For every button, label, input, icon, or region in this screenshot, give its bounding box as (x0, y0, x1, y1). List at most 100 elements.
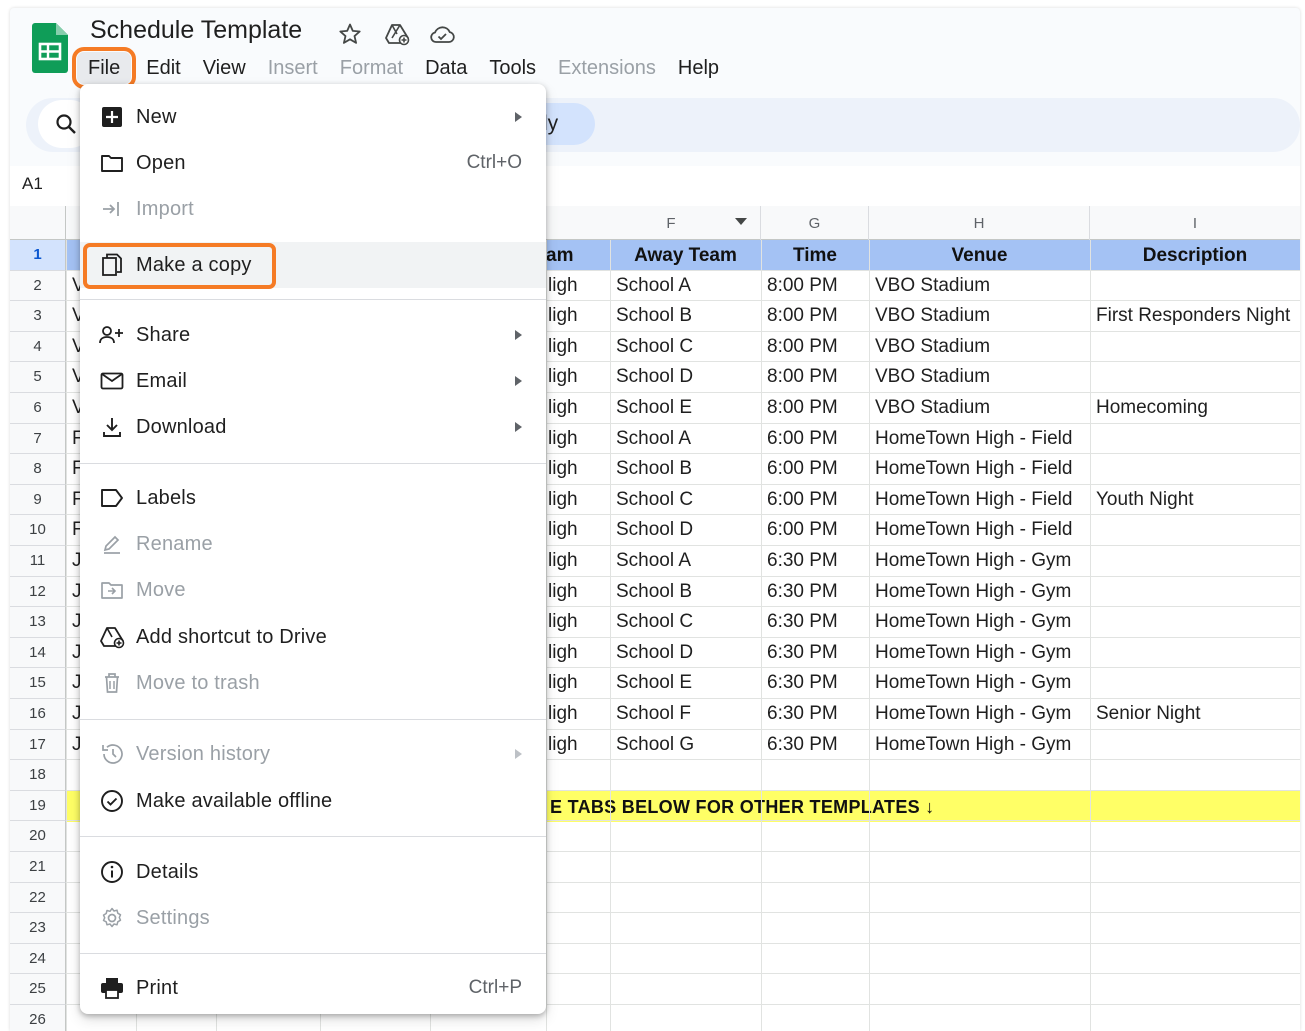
row-header[interactable]: 12 (10, 576, 66, 608)
table-cell[interactable] (1090, 362, 1300, 393)
table-cell[interactable]: 6:00 PM (761, 424, 869, 455)
row-header[interactable]: 10 (10, 515, 66, 546)
table-cell[interactable]: Youth Night (1090, 485, 1300, 516)
table-cell[interactable]: First Responders Night (1090, 301, 1300, 332)
table-cell[interactable]: Senior Night (1090, 699, 1300, 730)
file-menu-print[interactable]: Print Ctrl+P (80, 965, 546, 1011)
table-cell[interactable]: HomeTown High - Field (869, 485, 1090, 516)
file-menu-open[interactable]: Open Ctrl+O (80, 140, 546, 186)
table-cell[interactable]: HomeTown High - Field (869, 424, 1090, 455)
table-cell[interactable] (1090, 546, 1300, 577)
row-header[interactable]: 1 (10, 240, 66, 271)
table-cell[interactable]: VBO Stadium (869, 393, 1090, 424)
table-cell[interactable]: ligh (546, 668, 610, 699)
table-cell[interactable]: School F (610, 699, 761, 730)
row-header[interactable]: 21 (10, 852, 66, 883)
table-cell[interactable]: 8:00 PM (761, 393, 869, 424)
table-cell[interactable]: School C (610, 332, 761, 363)
row-header[interactable]: 7 (10, 423, 66, 455)
menu-format[interactable]: Format (329, 52, 414, 84)
menu-help[interactable]: Help (667, 52, 730, 84)
row-header[interactable]: 16 (10, 699, 66, 730)
move-to-drive-icon[interactable] (383, 20, 411, 48)
menu-extensions[interactable]: Extensions (547, 52, 667, 84)
file-menu-offline[interactable]: Make available offline (80, 778, 546, 824)
row-header[interactable]: 26 (10, 1005, 66, 1031)
table-cell[interactable]: 6:30 PM (761, 699, 869, 730)
table-cell[interactable]: School D (610, 515, 761, 546)
table-cell[interactable]: 6:30 PM (761, 577, 869, 608)
table-cell[interactable]: HomeTown High - Field (869, 515, 1090, 546)
row-header[interactable]: 19 (10, 790, 66, 822)
table-cell[interactable]: ligh (546, 271, 610, 302)
table-cell[interactable]: School G (610, 730, 761, 761)
table-cell[interactable]: ligh (546, 485, 610, 516)
name-box[interactable]: A1 (22, 174, 43, 194)
table-cell[interactable]: HomeTown High - Gym (869, 577, 1090, 608)
table-cell[interactable]: School D (610, 362, 761, 393)
menu-view[interactable]: View (192, 52, 257, 84)
row-header[interactable]: 6 (10, 393, 66, 424)
file-menu-labels[interactable]: Labels (80, 475, 546, 521)
table-cell[interactable] (1090, 638, 1300, 669)
table-cell[interactable]: 6:30 PM (761, 546, 869, 577)
row-header[interactable]: 8 (10, 454, 66, 485)
table-cell[interactable]: School E (610, 393, 761, 424)
table-cell[interactable]: ligh (546, 515, 610, 546)
file-menu-add-shortcut[interactable]: Add shortcut to Drive (80, 614, 546, 660)
file-menu-rename[interactable]: Rename (80, 521, 546, 567)
table-cell[interactable]: HomeTown High - Gym (869, 730, 1090, 761)
table-cell[interactable]: ligh (546, 424, 610, 455)
table-cell[interactable]: ligh (546, 577, 610, 608)
file-menu-settings[interactable]: Settings (80, 895, 546, 941)
table-cell[interactable] (1090, 454, 1300, 485)
row-header[interactable]: 3 (10, 301, 66, 332)
table-cell[interactable]: ligh (546, 546, 610, 577)
table-cell[interactable]: School A (610, 546, 761, 577)
table-cell[interactable]: School D (610, 638, 761, 669)
filter-dropdown-icon[interactable] (735, 218, 747, 225)
table-cell[interactable]: School C (610, 607, 761, 638)
row-header[interactable]: 5 (10, 362, 66, 393)
row-header[interactable]: 25 (10, 974, 66, 1005)
table-cell[interactable]: ligh (546, 638, 610, 669)
menu-data[interactable]: Data (414, 52, 478, 84)
table-cell[interactable]: 6:30 PM (761, 638, 869, 669)
menu-file[interactable]: File (71, 47, 137, 89)
row-header[interactable]: 4 (10, 331, 66, 363)
table-cell[interactable] (1090, 271, 1300, 302)
table-cell[interactable]: ligh (546, 393, 610, 424)
table-cell[interactable]: 8:00 PM (761, 301, 869, 332)
table-cell[interactable]: 6:30 PM (761, 730, 869, 761)
table-cell[interactable]: School E (610, 668, 761, 699)
file-menu-version-history[interactable]: Version history (80, 731, 546, 777)
menu-tools[interactable]: Tools (478, 52, 547, 84)
table-cell[interactable] (1090, 668, 1300, 699)
table-cell[interactable] (1090, 424, 1300, 455)
table-cell[interactable]: ligh (546, 730, 610, 761)
row-header[interactable]: 18 (10, 760, 66, 791)
table-cell[interactable]: 6:00 PM (761, 454, 869, 485)
file-menu-move[interactable]: Move (80, 567, 546, 613)
table-cell[interactable]: 8:00 PM (761, 332, 869, 363)
table-cell[interactable]: HomeTown High - Field (869, 454, 1090, 485)
row-header[interactable]: 24 (10, 943, 66, 975)
row-header[interactable]: 14 (10, 637, 66, 669)
row-header[interactable]: 2 (10, 270, 66, 302)
table-cell[interactable]: 8:00 PM (761, 362, 869, 393)
star-icon[interactable] (336, 20, 364, 48)
file-menu-import[interactable]: Import (80, 186, 546, 232)
table-cell[interactable]: ligh (546, 607, 610, 638)
table-cell[interactable]: School B (610, 577, 761, 608)
table-cell[interactable]: 6:00 PM (761, 485, 869, 516)
table-cell[interactable]: VBO Stadium (869, 362, 1090, 393)
row-header[interactable]: 23 (10, 913, 66, 944)
row-header[interactable]: 9 (10, 484, 66, 516)
table-cell[interactable] (1090, 332, 1300, 363)
row-header[interactable]: 13 (10, 607, 66, 638)
table-cell[interactable] (1090, 577, 1300, 608)
table-cell[interactable]: ligh (546, 332, 610, 363)
table-cell[interactable]: VBO Stadium (869, 271, 1090, 302)
table-cell[interactable]: HomeTown High - Gym (869, 638, 1090, 669)
file-menu-download[interactable]: Download (80, 404, 546, 450)
